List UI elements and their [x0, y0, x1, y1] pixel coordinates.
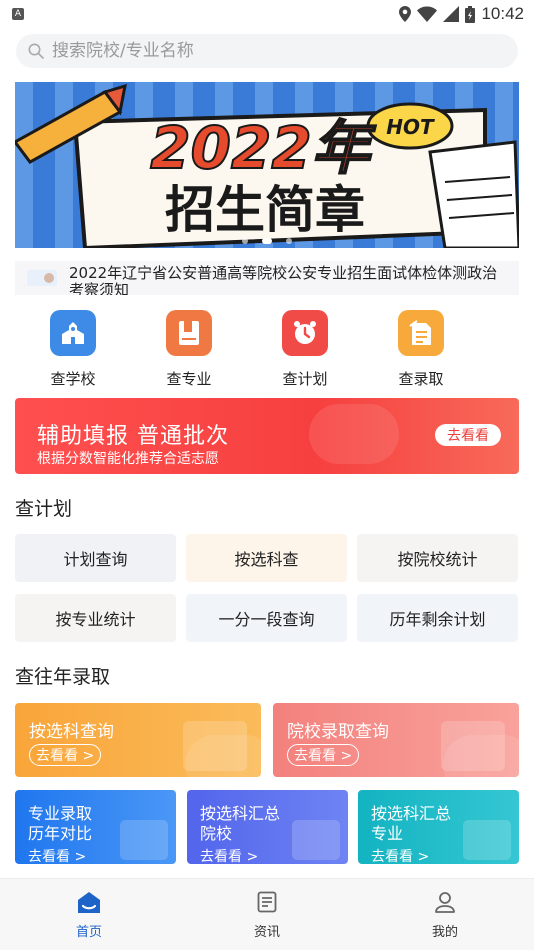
- card-title-line2: 专业: [371, 824, 404, 843]
- school-admission-card[interactable]: 院校录取查询 去看看 >: [273, 703, 519, 777]
- tab-home[interactable]: 首页: [0, 879, 178, 950]
- assist-title: 辅助填报 普通批次: [37, 424, 229, 449]
- home-icon: [78, 892, 100, 913]
- assist-go-button[interactable]: 去看看: [435, 424, 501, 446]
- banner-subtitle: 招生简章: [165, 181, 365, 239]
- major-stats-button[interactable]: 按专业统计: [15, 594, 176, 642]
- profile-icon: [435, 892, 455, 913]
- location-icon: [399, 6, 412, 22]
- card-decoration: [292, 820, 340, 860]
- search-icon: [28, 43, 44, 59]
- tab-news[interactable]: 资讯: [178, 879, 356, 950]
- tab-label: 我的: [431, 925, 458, 940]
- alarm-clock-icon: [282, 310, 328, 356]
- card-title-line1: 专业录取: [28, 804, 93, 823]
- quick-item-major[interactable]: 查专业: [131, 310, 247, 390]
- major-history-card[interactable]: 专业录取 历年对比 去看看 >: [15, 790, 176, 864]
- card-title-line1: 按选科汇总: [371, 804, 452, 823]
- banner-decoration: [309, 404, 399, 464]
- card-title-line2: 院校: [200, 824, 233, 843]
- subject-major-summary-card[interactable]: 按选科汇总 专业 去看看 >: [358, 790, 519, 864]
- section-title-history: 查往年录取: [15, 666, 111, 688]
- remaining-plan-button[interactable]: 历年剩余计划: [357, 594, 518, 642]
- card-title: 按选科查询: [29, 722, 114, 742]
- document-icon: [398, 310, 444, 356]
- status-icons: 10:42: [399, 4, 524, 24]
- subject-query-button[interactable]: 按选科查: [186, 534, 347, 582]
- wifi-icon: [417, 6, 438, 22]
- card-go-button[interactable]: 去看看 >: [29, 744, 102, 766]
- tab-label: 首页: [75, 925, 102, 940]
- card-decoration: [463, 820, 511, 860]
- news-ticker[interactable]: 2022年辽宁省公安普通高等院校公安专业招生面试体检体测政治考察须知: [15, 261, 519, 295]
- news-headline: 2022年辽宁省公安普通高等院校公安专业招生面试体检体测政治考察须知: [69, 264, 498, 296]
- card-title: 院校录取查询: [287, 722, 389, 742]
- bottom-tab-bar: 首页 资讯 我的: [0, 878, 534, 950]
- quick-item-plan[interactable]: 查计划: [247, 310, 363, 390]
- quick-label: 查计划: [282, 370, 328, 388]
- card-decoration: [443, 735, 519, 777]
- card-title-line2: 历年对比: [28, 824, 93, 843]
- card-go-link[interactable]: 去看看 >: [371, 846, 429, 864]
- signal-icon: [443, 6, 460, 22]
- status-bar: A 10:42: [0, 0, 534, 28]
- banner-artwork: HOT 2022年 招生简章: [15, 82, 519, 248]
- quick-label: 查录取: [398, 370, 444, 388]
- book-icon: [166, 310, 212, 356]
- clock-time: 10:42: [481, 4, 524, 23]
- plan-query-button[interactable]: 计划查询: [15, 534, 176, 582]
- subject-admission-card[interactable]: 按选科查询 去看看 >: [15, 703, 261, 777]
- quick-label: 查学校: [50, 370, 96, 388]
- school-icon: [50, 310, 96, 356]
- battery-icon: [465, 5, 476, 23]
- news-thumbnail: [27, 270, 57, 286]
- notification-a-icon: A: [12, 8, 24, 20]
- pagination-dot-active[interactable]: [262, 238, 272, 244]
- card-go-button[interactable]: 去看看 >: [287, 744, 360, 766]
- card-go-link[interactable]: 去看看 >: [28, 846, 86, 864]
- school-stats-button[interactable]: 按院校统计: [357, 534, 518, 582]
- card-go-link[interactable]: 去看看 >: [200, 846, 258, 864]
- card-title-line1: 按选科汇总: [200, 804, 281, 823]
- promo-banner[interactable]: HOT 2022年 招生简章: [15, 82, 519, 248]
- news-icon: [257, 891, 277, 913]
- score-rank-query-button[interactable]: 一分一段查询: [186, 594, 347, 642]
- pagination-dot[interactable]: [286, 238, 292, 244]
- quick-item-admission[interactable]: 查录取: [363, 310, 479, 390]
- tab-profile[interactable]: 我的: [356, 879, 534, 950]
- banner-hot-tag: HOT: [386, 115, 435, 139]
- banner-pagination: [15, 238, 519, 244]
- tab-label: 资讯: [253, 925, 280, 940]
- plan-grid: 计划查询 按选科查 按院校统计 按专业统计 一分一段查询 历年剩余计划: [15, 534, 519, 642]
- subject-school-summary-card[interactable]: 按选科汇总 院校 去看看 >: [187, 790, 348, 864]
- search-input[interactable]: [52, 41, 492, 61]
- card-decoration: [120, 820, 168, 860]
- quick-label: 查专业: [166, 370, 212, 388]
- quick-item-school[interactable]: 查学校: [15, 310, 131, 390]
- card-decoration: [185, 735, 261, 777]
- pagination-dot[interactable]: [242, 238, 248, 244]
- search-bar[interactable]: [16, 34, 518, 68]
- section-title-plan: 查计划: [15, 498, 73, 520]
- assist-subtitle: 根据分数智能化推荐合适志愿: [37, 451, 219, 467]
- quick-menu: 查学校 查专业 查计划 查录取: [15, 310, 519, 390]
- banner-year-title: 2022年: [150, 114, 376, 182]
- assisted-application-banner[interactable]: 辅助填报 普通批次 根据分数智能化推荐合适志愿 去看看: [15, 398, 519, 474]
